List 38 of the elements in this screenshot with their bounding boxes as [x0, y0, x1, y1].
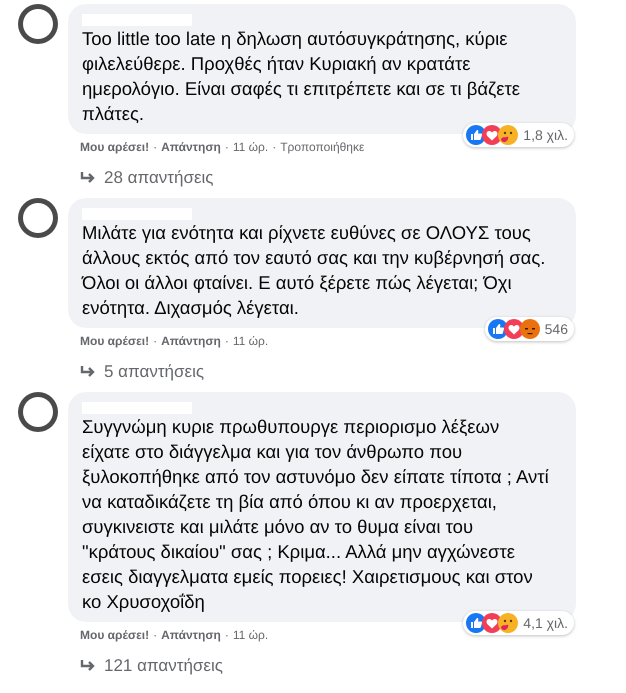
reaction-count: 4,1 χιλ.: [523, 615, 568, 631]
view-replies-button[interactable]: 28 απαντήσεις: [68, 154, 576, 188]
like-link[interactable]: Μου αρέσει!: [80, 140, 150, 154]
separator-dot: ·: [272, 140, 276, 154]
reply-link[interactable]: Απάντηση: [161, 628, 221, 642]
timestamp: 11 ώρ.: [232, 628, 268, 642]
timestamp: 11 ώρ.: [232, 140, 268, 154]
angry-face-icon: [520, 319, 540, 339]
reply-arrow-icon: [80, 365, 96, 379]
hugging-face-icon: [498, 125, 518, 145]
comment-text: Too little too late η δηλωση αυτόσυγκράτησης, κύριε φιλελεύθερε. Προχθές ήταν Κυριακή αν κρατάτε ημερολόγιο. Είναι σαφές τι επιτρέπετε και σε τι βάζετε πλάτες.: [82, 27, 521, 126]
separator-dot: ·: [224, 140, 229, 154]
comment-text: Μιλάτε για ενότητα και ρίχνετε ευθύνες σε ΟΛΟΥΣ τους άλλους εκτός από τον εαυτό σας και την κυβέρνησή σας. Όλοι οι άλλοι φταίνει. Ε αυτό ξέρετε πώς λέγεται; Όχι ενότητα. Διχασμός λέγεται.: [82, 221, 546, 320]
reaction-summary[interactable]: 546: [484, 317, 574, 341]
separator-dot: ·: [153, 334, 158, 348]
edited-label: Τροποποιήθηκε: [280, 140, 364, 154]
separator-dot: ·: [153, 628, 158, 642]
hugging-face-icon: [498, 613, 518, 633]
reply-arrow-icon: [80, 171, 96, 185]
timestamp: 11 ώρ.: [232, 334, 268, 348]
view-replies-button[interactable]: 5 απαντήσεις: [68, 348, 576, 382]
reaction-summary[interactable]: 4,1 χιλ.: [463, 611, 574, 635]
reply-arrow-icon: [80, 659, 96, 673]
avatar[interactable]: [18, 392, 58, 432]
avatar[interactable]: [18, 198, 58, 238]
reaction-summary[interactable]: 1,8 χιλ.: [463, 123, 574, 147]
like-link[interactable]: Μου αρέσει!: [80, 334, 150, 348]
avatar[interactable]: [18, 4, 58, 44]
reply-link[interactable]: Απάντηση: [161, 334, 221, 348]
separator-dot: ·: [224, 628, 229, 642]
view-replies-button[interactable]: 121 απαντήσεις: [68, 642, 576, 676]
like-link[interactable]: Μου αρέσει!: [80, 628, 150, 642]
comment-text: Συγγνώμη κυριε πρωθυπουργε περιορισμο λέξεων είχατε στο διάγγελμα και για τον άνθρωπο που ξυλοκοπήθηκε από τον αστυνόμο δεν είπατε τίποτα ; Αντί να καταδικάζετε τη βία από όπου κι αν προερχεται, συγκινειστε και μιλάτε μόνο αν το θυμα είναι του "κράτους δικαίου" σας ; Κριμα... Αλλά μην αγχώνεστε εσεις διαγγελματα εμείς πορειες! Χαιρετισμους και στον κο Χρυσοχοΐδη: [82, 415, 550, 614]
separator-dot: ·: [224, 334, 229, 348]
separator-dot: ·: [153, 140, 158, 154]
reaction-count: 1,8 χιλ.: [523, 127, 568, 143]
reaction-count: 546: [544, 321, 568, 337]
reply-link[interactable]: Απάντηση: [161, 140, 221, 154]
